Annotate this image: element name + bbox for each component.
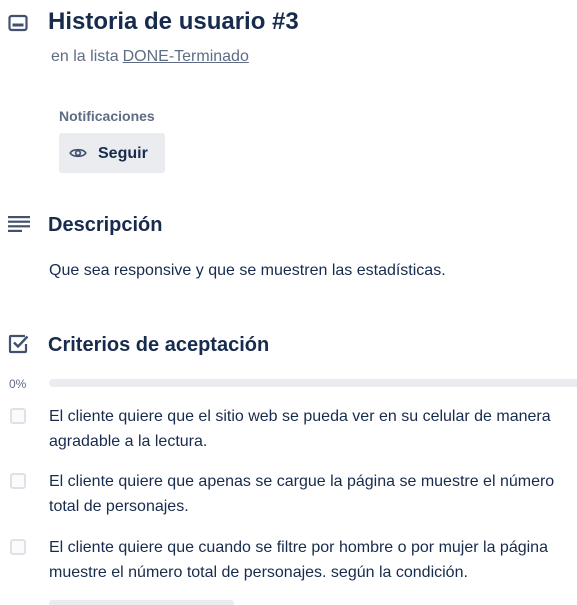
checklist-icon [8, 334, 29, 354]
card-detail: Historia de usuario #3 en la lista DONE-T… [0, 0, 577, 605]
card-icon [8, 14, 28, 32]
checklist-progress-percent: 0% [9, 377, 27, 391]
notifications-label: Notificaciones [59, 108, 155, 124]
checklist-item-checkbox[interactable] [10, 408, 26, 424]
list-info: en la lista DONE-Terminado [51, 47, 249, 67]
checklist-item-text[interactable]: El cliente quiere que el sitio web se pu… [49, 404, 569, 454]
list-prefix: en la lista [51, 48, 119, 65]
eye-icon [69, 148, 87, 158]
add-checklist-item-button[interactable] [49, 600, 234, 605]
checklist-item-checkbox[interactable] [10, 539, 26, 555]
follow-button-label: Seguir [98, 145, 148, 162]
checklist-heading: Criterios de aceptación [48, 334, 270, 356]
checklist-item-text[interactable]: El cliente quiere que apenas se cargue l… [49, 469, 569, 519]
checklist-item-checkbox[interactable] [10, 473, 26, 489]
description-text[interactable]: Que sea responsive y que se muestren las… [49, 261, 446, 281]
description-heading: Descripción [48, 214, 163, 236]
checklist-item-text[interactable]: El cliente quiere que cuando se filtre p… [49, 535, 569, 585]
follow-button[interactable]: Seguir [59, 133, 165, 173]
description-icon [8, 216, 30, 232]
list-link[interactable]: DONE-Terminado [123, 48, 249, 65]
card-title[interactable]: Historia de usuario #3 [48, 6, 299, 38]
checklist-progress-bar [49, 379, 577, 387]
